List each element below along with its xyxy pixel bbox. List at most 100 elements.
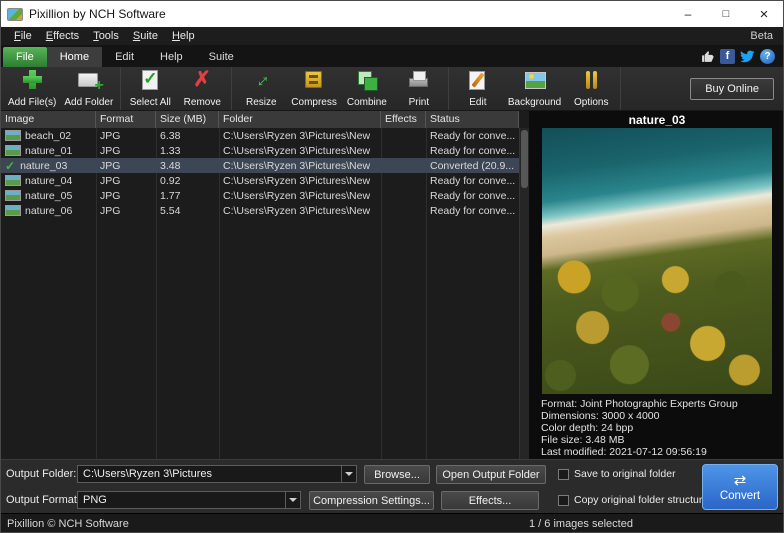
status-cell: Converted (20.9... (426, 158, 519, 173)
image-thumbnail-icon (5, 205, 21, 216)
tab-help[interactable]: Help (147, 47, 196, 67)
table-row[interactable]: nature_06JPG5.54C:\Users\Ryzen 3\Picture… (1, 203, 519, 218)
toolbar-options-button[interactable]: Options (565, 68, 617, 109)
checkbox-icon[interactable] (558, 495, 569, 506)
image-cell: nature_06 (1, 203, 96, 218)
image-cell: nature_04 (1, 173, 96, 188)
preview-info-line: Color depth: 24 bpp (541, 422, 773, 434)
menu-suite[interactable]: Suite (126, 30, 165, 42)
status-cell: Ready for conve... (426, 128, 519, 143)
window-title: Pixillion by NCH Software (29, 7, 669, 21)
menu-file[interactable]: File (7, 30, 39, 42)
compression-settings-button[interactable]: Compression Settings... (309, 491, 434, 510)
toolbar-add-folder-button[interactable]: Add Folder (60, 68, 117, 109)
copy-folder-structure-checkbox[interactable]: Copy original folder structure (558, 494, 708, 506)
effects-button[interactable]: Effects... (441, 491, 539, 510)
table-row[interactable]: beach_02JPG6.38C:\Users\Ryzen 3\Pictures… (1, 128, 519, 143)
app-window: Pixillion by NCH Software FileEffectsToo… (0, 0, 784, 533)
column-header-format[interactable]: Format (96, 111, 156, 128)
chevron-down-icon[interactable] (285, 492, 300, 508)
format-cell: JPG (96, 158, 156, 173)
toolbar-remove-button[interactable]: Remove (176, 68, 228, 109)
toolbar-button-label: Add Folder (64, 97, 113, 108)
table-row[interactable]: ✓nature_03JPG3.48C:\Users\Ryzen 3\Pictur… (1, 158, 519, 173)
output-panel: Output Folder: C:\Users\Ryzen 3\Pictures… (1, 459, 784, 513)
titlebar: Pixillion by NCH Software (1, 1, 783, 27)
combine-icon (354, 69, 380, 91)
print-icon (406, 69, 432, 91)
save-to-original-folder-checkbox[interactable]: Save to original folder (558, 468, 676, 480)
close-icon[interactable] (745, 1, 783, 27)
toolbar-add-file-s-button[interactable]: Add File(s) (4, 68, 60, 109)
edit-icon (465, 69, 491, 91)
convert-button[interactable]: ⇄ Convert (702, 464, 778, 510)
resize-icon (248, 69, 274, 91)
minimize-icon[interactable] (669, 1, 707, 27)
beta-label: Beta (750, 30, 777, 42)
remove-icon (189, 69, 215, 91)
preview-info-line: Dimensions: 3000 x 4000 (541, 410, 773, 422)
effects-cell (381, 128, 426, 143)
image-name: nature_01 (25, 145, 72, 157)
size-cell: 3.48 (156, 158, 219, 173)
like-icon[interactable] (700, 49, 715, 64)
toolbar-button-label: Options (574, 97, 608, 108)
column-header-size-mb[interactable]: Size (MB) (156, 111, 219, 128)
preview-info-line: Format: Joint Photographic Experts Group (541, 398, 773, 410)
app-icon (7, 8, 23, 21)
facebook-icon[interactable]: f (720, 49, 735, 64)
buy-online-button[interactable]: Buy Online (690, 78, 774, 100)
table-scrollbar[interactable] (519, 128, 529, 459)
tab-home[interactable]: Home (47, 47, 102, 67)
toolbar-group: Select AllRemove (121, 67, 232, 110)
column-header-status[interactable]: Status (426, 111, 519, 128)
preview-info-line: File size: 3.48 MB (541, 434, 773, 446)
tab-suite[interactable]: Suite (196, 47, 247, 67)
file-table: ImageFormatSize (MB)FolderEffectsStatus … (1, 111, 529, 459)
table-row[interactable]: nature_04JPG0.92C:\Users\Ryzen 3\Picture… (1, 173, 519, 188)
table-row[interactable]: nature_01JPG1.33C:\Users\Ryzen 3\Picture… (1, 143, 519, 158)
image-cell: nature_05 (1, 188, 96, 203)
toolbar-background-button[interactable]: Background (504, 68, 565, 109)
output-folder-value: C:\Users\Ryzen 3\Pictures (83, 468, 212, 480)
tab-edit[interactable]: Edit (102, 47, 147, 67)
effects-cell (381, 188, 426, 203)
format-cell: JPG (96, 188, 156, 203)
toolbar-print-button[interactable]: Print (393, 68, 445, 109)
maximize-icon[interactable] (707, 1, 745, 27)
toolbar-resize-button[interactable]: Resize (235, 68, 287, 109)
menubar: FileEffectsToolsSuiteHelp Beta (1, 27, 783, 45)
toolbar-group: Edit Background Options (449, 67, 621, 110)
output-format-combobox[interactable]: PNG (77, 491, 301, 509)
open-output-folder-button[interactable]: Open Output Folder (436, 465, 546, 484)
table-row[interactable]: nature_05JPG1.77C:\Users\Ryzen 3\Picture… (1, 188, 519, 203)
column-header-folder[interactable]: Folder (219, 111, 381, 128)
main-area: ImageFormatSize (MB)FolderEffectsStatus … (1, 111, 784, 459)
twitter-icon[interactable] (740, 49, 755, 64)
toolbar-select-all-button[interactable]: Select All (124, 68, 176, 109)
column-header-effects[interactable]: Effects (381, 111, 426, 128)
output-folder-combobox[interactable]: C:\Users\Ryzen 3\Pictures (77, 465, 357, 483)
toolbar: Add File(s) Add Folder Select AllRemoveRes… (1, 67, 783, 111)
background-icon (522, 69, 548, 91)
scrollbar-thumb[interactable] (521, 130, 528, 188)
menu-help[interactable]: Help (165, 30, 202, 42)
menu-tools[interactable]: Tools (86, 30, 126, 42)
toolbar-compress-button[interactable]: Compress (287, 68, 341, 109)
menu-effects[interactable]: Effects (39, 30, 86, 42)
status-selection-count: 1 / 6 images selected (529, 518, 633, 530)
image-name: nature_05 (25, 190, 72, 202)
toolbar-combine-button[interactable]: Combine (341, 68, 393, 109)
effects-cell (381, 173, 426, 188)
toolbar-edit-button[interactable]: Edit (452, 68, 504, 109)
toolbar-button-label: Edit (469, 97, 486, 108)
format-cell: JPG (96, 173, 156, 188)
help-icon[interactable]: ? (760, 49, 775, 64)
checkbox-icon[interactable] (558, 469, 569, 480)
toolbar-button-label: Background (508, 97, 561, 108)
browse-button[interactable]: Browse... (364, 465, 430, 484)
compress-icon (301, 69, 327, 91)
column-header-image[interactable]: Image (1, 111, 96, 128)
tab-file[interactable]: File (3, 47, 47, 67)
chevron-down-icon[interactable] (341, 466, 356, 482)
